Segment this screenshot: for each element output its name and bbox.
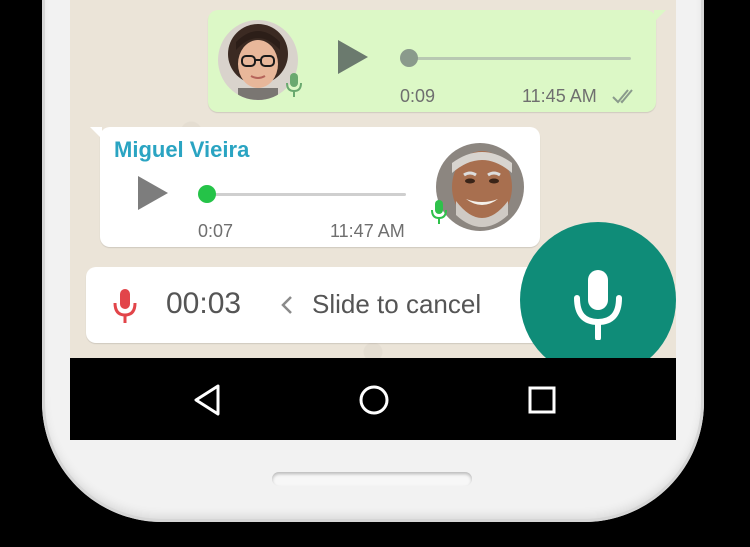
audio-progress-knob[interactable] — [400, 49, 418, 67]
audio-progress-knob[interactable] — [198, 185, 216, 203]
mic-icon — [286, 73, 302, 97]
play-button[interactable] — [138, 176, 168, 210]
smiling-man-avatar — [436, 143, 524, 231]
back-icon[interactable] — [190, 382, 226, 418]
voice-duration: 0:07 — [198, 221, 234, 241]
sender-name: Miguel Vieira — [114, 137, 250, 162]
voice-duration: 0:09 — [400, 86, 436, 106]
system-navigation-bar — [70, 358, 676, 440]
outgoing-voice-message[interactable]: 0:09 11:45 AM — [208, 10, 666, 112]
phone-speaker-grille — [272, 472, 472, 486]
message-time: 11:45 AM — [522, 86, 597, 106]
recents-icon[interactable] — [524, 382, 560, 418]
slide-to-cancel-hint[interactable]: Slide to cancel — [312, 289, 481, 320]
mic-icon — [574, 270, 622, 340]
mic-icon — [431, 200, 447, 224]
recording-timer: 00:03 — [166, 287, 242, 320]
chat-screen: 0:09 11:45 AM Miguel Vieira 0:07 11:47 A… — [70, 0, 676, 440]
audio-progress-track[interactable] — [403, 57, 631, 60]
message-time: 11:47 AM — [330, 221, 405, 241]
incoming-voice-message[interactable]: Miguel Vieira 0:07 11:47 AM — [90, 127, 540, 247]
chevron-left-icon — [281, 296, 292, 314]
home-icon[interactable] — [356, 382, 392, 418]
play-button[interactable] — [338, 40, 368, 74]
recording-bar: 00:03 Slide to cancel — [86, 267, 556, 343]
audio-progress-track[interactable] — [210, 193, 406, 196]
double-check-icon — [612, 89, 633, 104]
recording-mic-icon — [113, 289, 137, 323]
record-voice-button[interactable] — [520, 222, 676, 378]
